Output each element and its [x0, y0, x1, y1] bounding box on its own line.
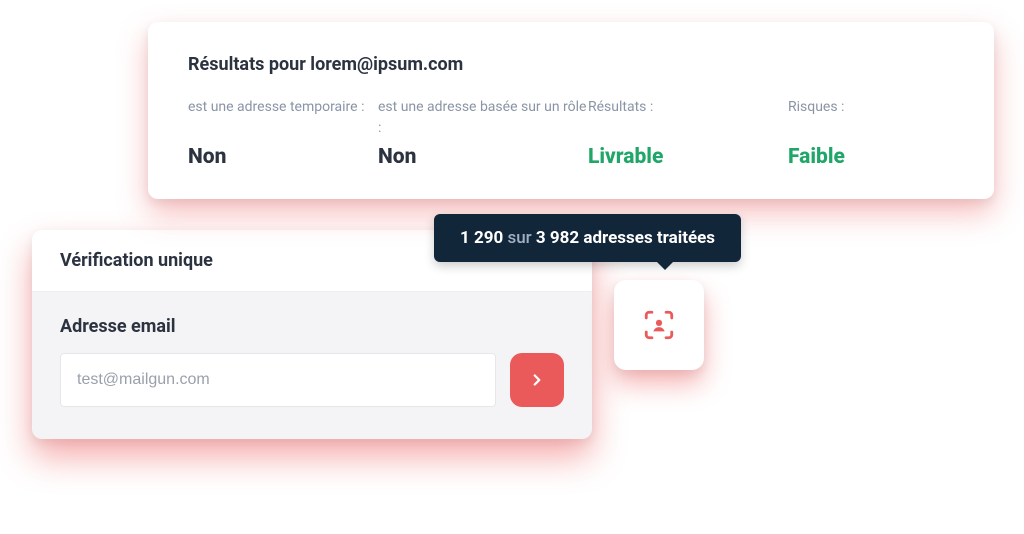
- total-count: 3 982: [536, 228, 579, 248]
- results-card: Résultats pour lorem@ipsum.com est une a…: [148, 22, 994, 199]
- result-col-role: est une adresse basée sur un rôle : Non: [378, 97, 588, 169]
- scan-user-card[interactable]: [614, 280, 704, 370]
- verify-body: Adresse email: [32, 292, 592, 439]
- results-title: Résultats pour lorem@ipsum.com: [188, 54, 954, 75]
- progress-joiner: sur: [507, 228, 531, 248]
- result-value: Non: [188, 145, 378, 169]
- result-col-risk: Risques : Faible: [788, 97, 954, 169]
- result-label: Risques :: [788, 97, 954, 141]
- result-value: Non: [378, 145, 588, 169]
- input-row: [60, 353, 564, 407]
- result-value: Livrable: [588, 145, 788, 169]
- email-field[interactable]: [60, 353, 496, 407]
- scan-user-icon: [642, 308, 676, 342]
- progress-tooltip: 1 290 sur 3 982 adresses traitées: [434, 214, 741, 262]
- result-col-disposable: est une adresse temporaire : Non: [188, 97, 378, 169]
- progress-suffix: adresses traitées: [583, 228, 715, 248]
- result-value: Faible: [788, 145, 954, 169]
- processed-count: 1 290: [460, 228, 503, 248]
- submit-button[interactable]: [510, 353, 564, 407]
- chevron-right-icon: [528, 371, 546, 389]
- email-label: Adresse email: [60, 316, 564, 337]
- result-label: est une adresse basée sur un rôle :: [378, 97, 588, 141]
- results-grid: est une adresse temporaire : Non est une…: [188, 97, 954, 169]
- result-label: Résultats :: [588, 97, 788, 141]
- result-label: est une adresse temporaire :: [188, 97, 378, 141]
- result-col-deliverable: Résultats : Livrable: [588, 97, 788, 169]
